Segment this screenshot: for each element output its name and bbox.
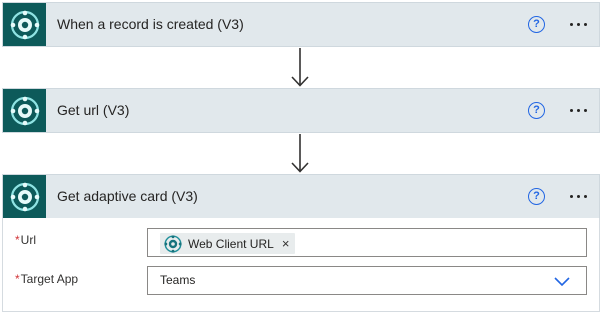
selected-value: Teams xyxy=(160,273,196,287)
business-central-logo-icon xyxy=(3,3,46,46)
dot-icon xyxy=(583,109,587,112)
required-marker: * xyxy=(15,272,20,286)
business-central-logo-icon xyxy=(164,234,182,253)
business-central-logo-icon xyxy=(3,89,46,132)
target-app-label: *Target App xyxy=(15,272,78,286)
chevron-down-icon[interactable] xyxy=(554,275,570,287)
dot-icon xyxy=(569,23,573,26)
more-options-button[interactable] xyxy=(563,89,593,132)
dot-icon xyxy=(583,23,587,26)
target-app-label-text: Target App xyxy=(20,272,79,286)
url-label-text: Url xyxy=(20,233,36,247)
step-card-get-url[interactable]: Get url (V3) ? xyxy=(2,88,600,133)
dot-icon xyxy=(576,109,580,112)
help-icon[interactable]: ? xyxy=(528,102,545,119)
connector-arrow-icon xyxy=(291,48,309,87)
token-label: Web Client URL xyxy=(188,236,274,251)
help-icon[interactable]: ? xyxy=(528,16,545,33)
step-card-when-record-created[interactable]: When a record is created (V3) ? xyxy=(2,2,600,47)
target-app-dropdown[interactable]: Teams xyxy=(147,266,587,295)
step-title: Get adaptive card (V3) xyxy=(57,188,198,204)
dot-icon xyxy=(576,23,580,26)
dot-icon xyxy=(576,195,580,198)
step-title: When a record is created (V3) xyxy=(57,16,244,32)
dot-icon xyxy=(569,195,573,198)
business-central-logo-icon xyxy=(3,175,46,218)
step-title: Get url (V3) xyxy=(57,102,130,118)
more-options-button[interactable] xyxy=(563,3,593,46)
dot-icon xyxy=(583,195,587,198)
url-label: *Url xyxy=(15,233,36,247)
required-marker: * xyxy=(15,233,20,247)
connector-arrow-icon xyxy=(291,134,309,173)
dynamic-content-token[interactable]: Web Client URL × xyxy=(160,233,296,254)
step-card-get-adaptive-card[interactable]: Get adaptive card (V3) ? xyxy=(2,174,600,219)
url-input[interactable]: Web Client URL × xyxy=(147,228,587,257)
more-options-button[interactable] xyxy=(563,175,593,218)
help-icon[interactable]: ? xyxy=(528,188,545,205)
step-parameters-panel: *Url Web Client URL × *Target App Teams xyxy=(2,218,600,312)
dot-icon xyxy=(569,109,573,112)
remove-token-icon[interactable]: × xyxy=(282,236,290,251)
